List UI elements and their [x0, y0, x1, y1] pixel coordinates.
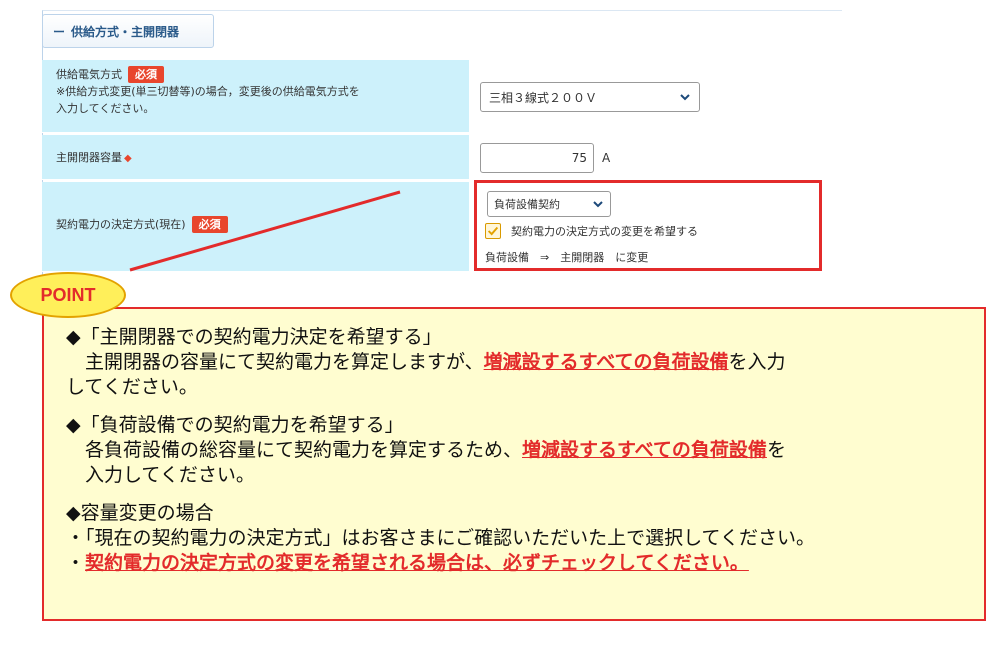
highlight-text: 増減設するすべての負荷設備 — [522, 439, 767, 461]
point-text-1: 主開閉器の容量にて契約電力を算定しますが、増減設するすべての負荷設備を入力 — [66, 350, 984, 375]
point-text-2b: 入力してください。 — [66, 464, 255, 486]
point-heading-1: ◆「主開閉器での契約電力決定を希望する」 — [66, 326, 442, 348]
text-segment: を入力 — [728, 351, 786, 373]
text-segment: 各負荷設備の総容量にて契約電力を算定するため、 — [66, 439, 523, 461]
text-segment: 主開閉器の容量にて契約電力を算定しますが、 — [66, 351, 484, 373]
point-badge: POINT — [10, 272, 126, 318]
highlight-text: 増減設するすべての負荷設備 — [483, 351, 729, 373]
point-text-3: ・「現在の契約電力の決定方式」はお客さまにご確認いただいた上で選択してください。 — [66, 527, 815, 549]
point-text-3b: ・契約電力の決定方式の変更を希望される場合は、必ずチェックしてください。 — [66, 551, 984, 576]
point-text-1b: してください。 — [66, 376, 198, 398]
text-segment: ・ — [66, 552, 86, 574]
point-heading-2: ◆「負荷設備での契約電力を希望する」 — [66, 414, 404, 436]
text-segment: を — [766, 439, 786, 461]
highlight-text: 契約電力の決定方式の変更を希望される場合は、必ずチェックしてください。 — [85, 552, 749, 574]
point-box: ◆「主開閉器での契約電力決定を希望する」 主開閉器の容量にて契約電力を算定します… — [42, 307, 986, 621]
point-heading-3: ◆容量変更の場合 — [66, 502, 214, 524]
point-text-2: 各負荷設備の総容量にて契約電力を算定するため、増減設するすべての負荷設備を — [66, 438, 984, 463]
